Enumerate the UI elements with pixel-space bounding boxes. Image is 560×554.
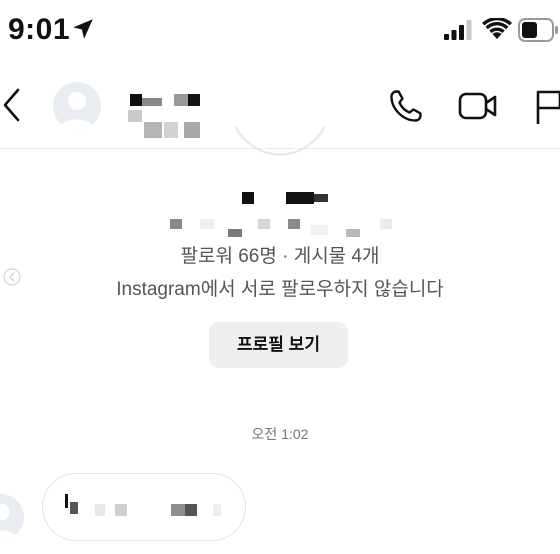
reply-arrow-icon: [3, 268, 21, 286]
video-camera-icon[interactable]: [458, 90, 498, 122]
view-profile-button[interactable]: 프로필 보기: [209, 322, 348, 368]
cellular-signal-icon: [444, 20, 472, 40]
mutual-follow-note: Instagram에서 서로 팔로우하지 않습니다: [116, 279, 444, 300]
wifi-icon: [482, 18, 512, 39]
follower-stats: 팔로워 66명 · 게시물 4개: [180, 246, 380, 267]
status-time: 9:01: [8, 13, 71, 46]
profile-handle-redacted: [160, 217, 400, 239]
message-timestamp: 오전 1:02: [251, 426, 309, 442]
phone-icon[interactable]: [388, 88, 424, 124]
chevron-left-icon[interactable]: [0, 82, 30, 128]
battery-icon: [518, 18, 558, 42]
flag-icon[interactable]: [532, 88, 560, 126]
location-arrow-icon: [73, 19, 93, 39]
default-avatar-icon: [59, 92, 95, 130]
default-avatar-icon: [0, 503, 18, 540]
profile-name-redacted: [238, 192, 338, 206]
avatar[interactable]: [53, 82, 101, 130]
username-redacted[interactable]: [124, 94, 204, 140]
profile-photo-edge: [235, 126, 325, 156]
sender-avatar[interactable]: [0, 494, 24, 540]
message-bubble[interactable]: [42, 473, 246, 541]
